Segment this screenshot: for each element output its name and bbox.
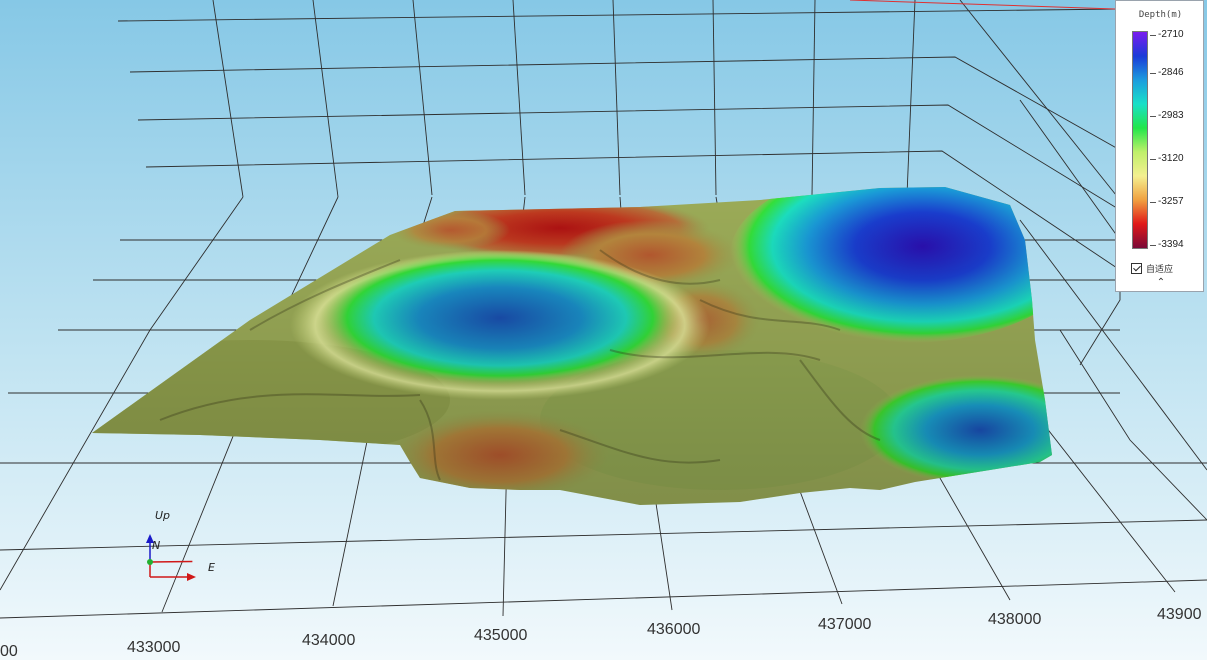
x-axis-tick-label: 435000 [474, 627, 528, 644]
x-axis-tick-label: 438000 [988, 611, 1042, 628]
legend-tick-mark [1150, 202, 1156, 203]
legend-tick-label: -2846 [1158, 67, 1184, 78]
legend-tick-label: -3394 [1158, 239, 1184, 250]
legend-tick-mark [1150, 35, 1156, 36]
east-label: E [208, 561, 215, 574]
3d-viewport[interactable]: 433000 434000 435000 436000 437000 43800… [0, 0, 1207, 660]
legend-tick-label: -3257 [1158, 196, 1184, 207]
legend-tick-label: -3120 [1158, 153, 1184, 164]
x-axis-tick-label: 434000 [302, 632, 356, 649]
auto-scale-checkbox[interactable] [1131, 263, 1142, 274]
legend-tick-mark [1150, 116, 1156, 117]
legend-tick-label: -2983 [1158, 110, 1184, 121]
orientation-compass: Up N E [130, 505, 220, 585]
legend-tick-mark [1150, 245, 1156, 246]
legend-color-bar [1132, 31, 1148, 249]
legend-title: Depth(m) [1138, 10, 1183, 20]
legend-tick-mark [1150, 159, 1156, 160]
north-label: N [152, 539, 161, 552]
x-axis-tick-label: 00 [0, 643, 18, 660]
legend-tick-mark [1150, 73, 1156, 74]
x-axis-tick-label: 437000 [818, 616, 872, 633]
auto-scale-toggle[interactable]: 自适应 [1131, 262, 1173, 275]
up-label: Up [155, 509, 171, 522]
auto-scale-label: 自适应 [1146, 265, 1174, 275]
chevron-up-icon[interactable]: ⌃ [1154, 277, 1168, 289]
depth-legend[interactable]: Depth(m) -2710 -2846 -2983 -3120 -3257 -… [1115, 0, 1204, 292]
x-axis-tick-label: 436000 [647, 621, 701, 638]
legend-tick-label: -2710 [1158, 29, 1184, 40]
x-axis-tick-label: 433000 [127, 639, 181, 656]
axes-triad-icon [146, 534, 196, 581]
x-axis-tick-label: 43900 [1157, 606, 1202, 623]
